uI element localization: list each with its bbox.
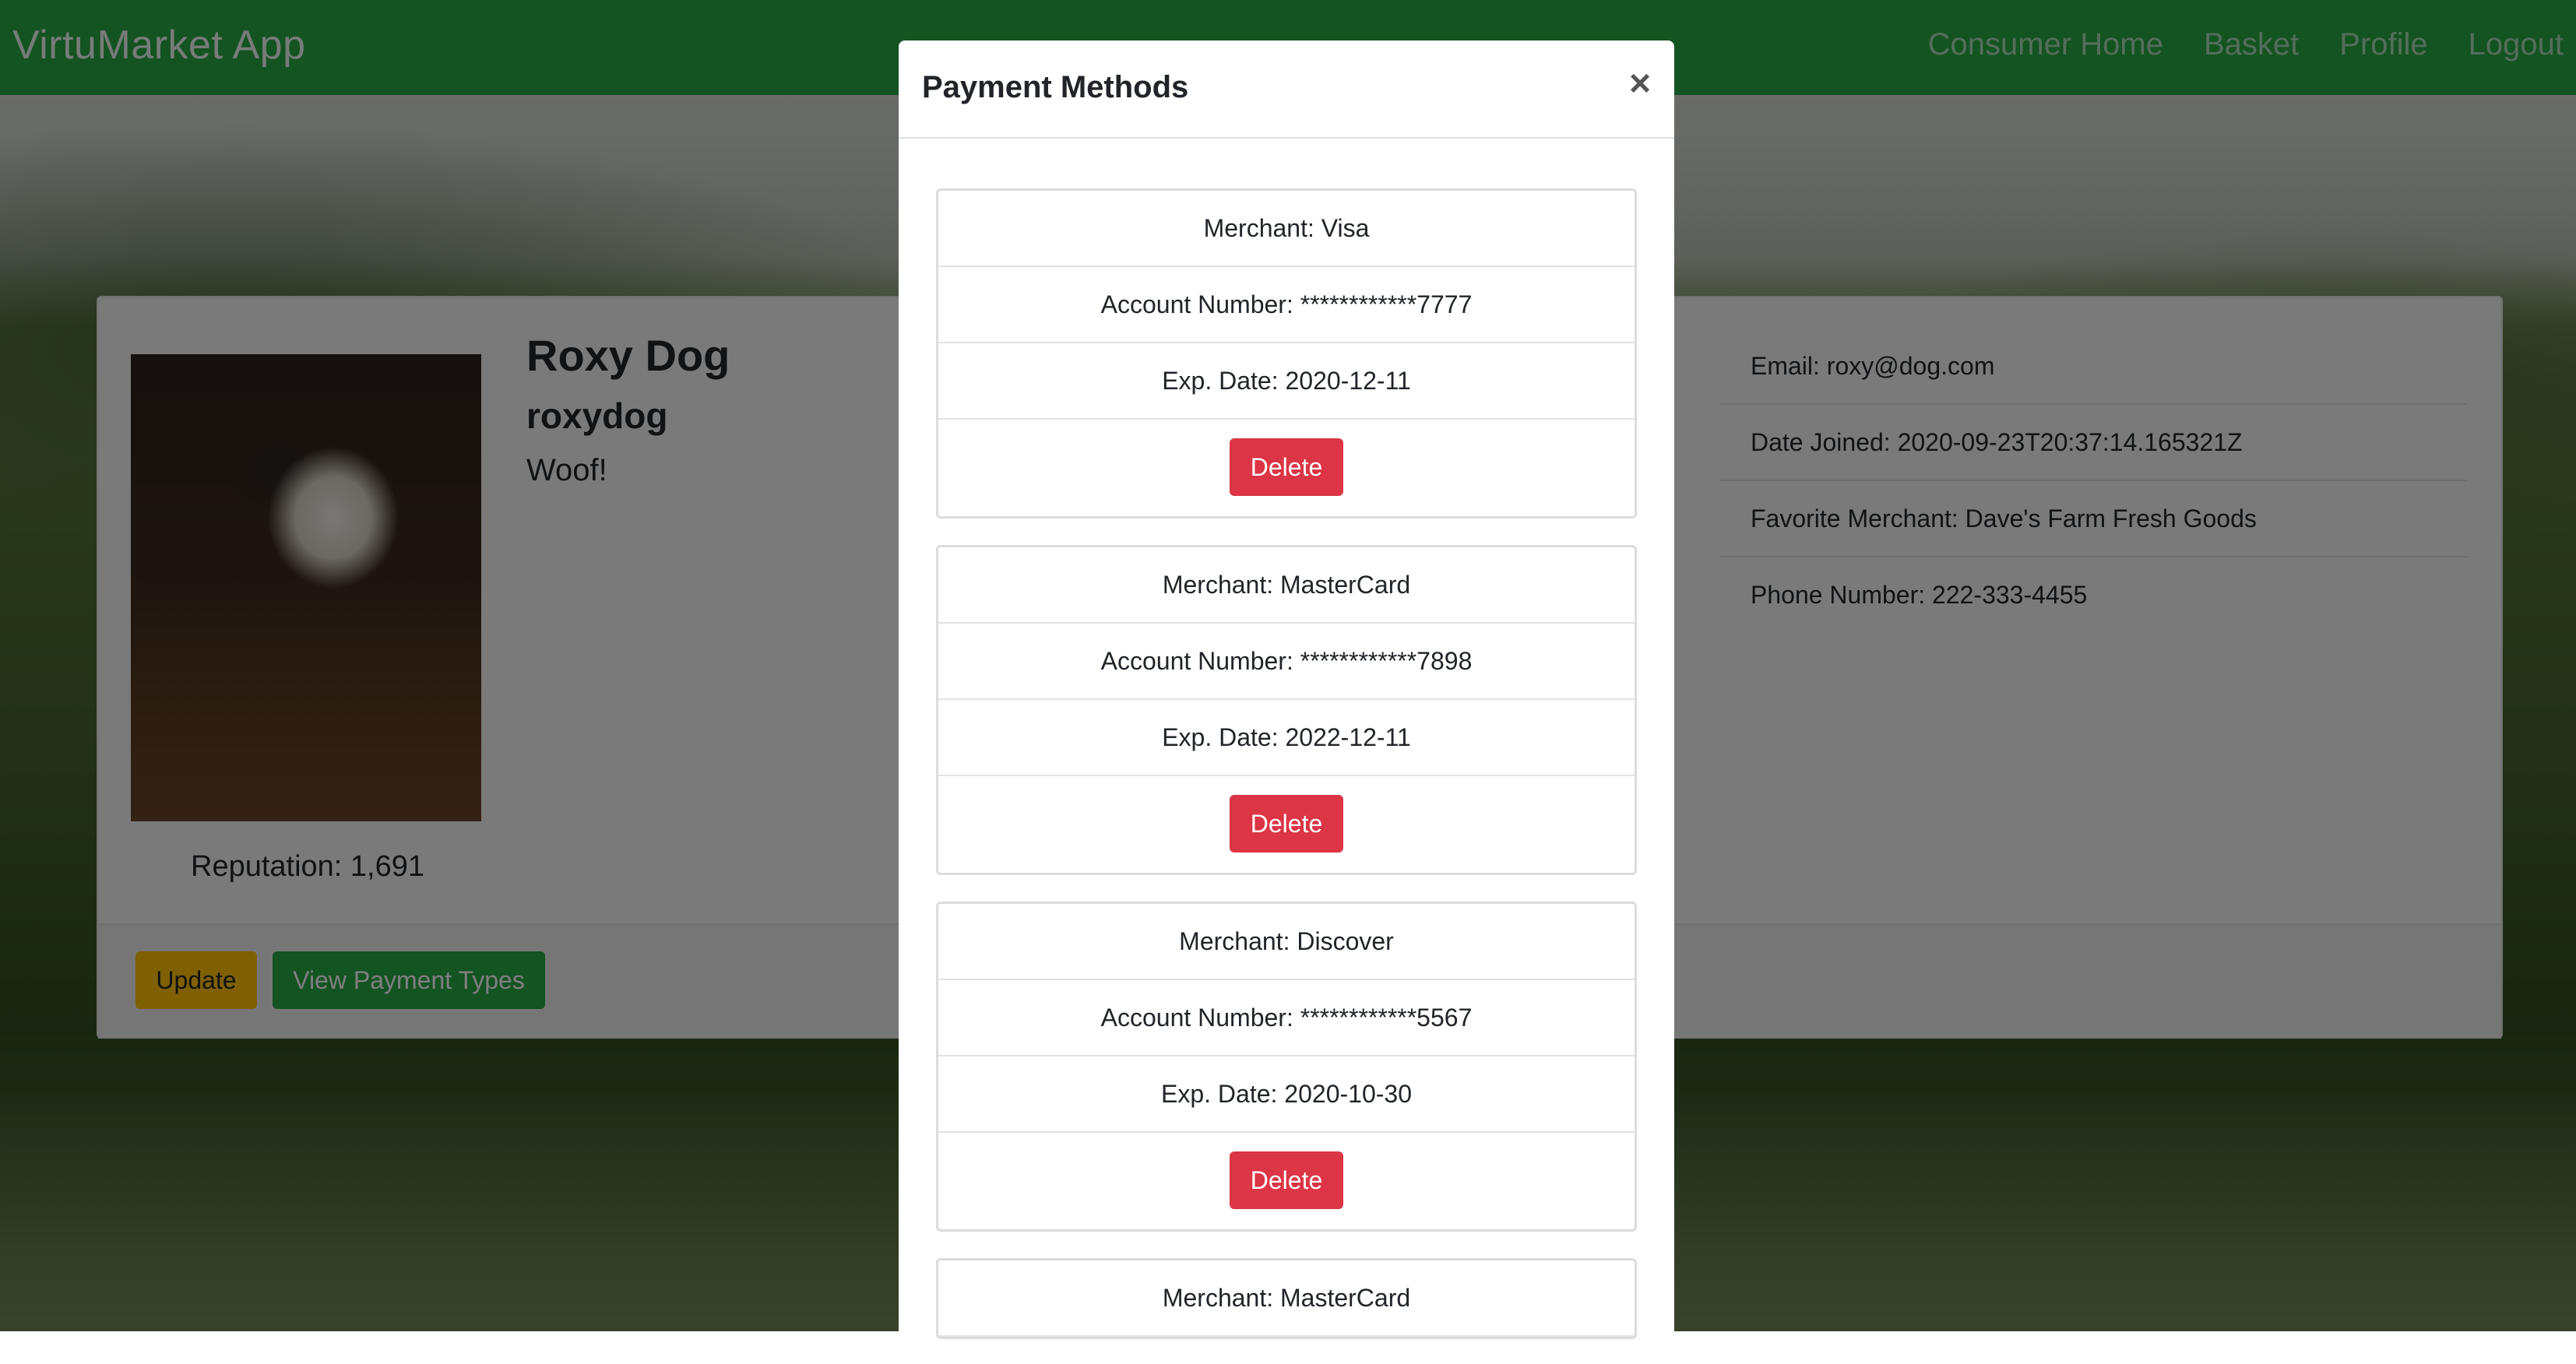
modal-body: Merchant: Visa Account Number: *********… bbox=[936, 188, 1637, 1364]
payment-actions: Delete bbox=[938, 1133, 1635, 1229]
payment-method-card: Merchant: MasterCard Account Number: ***… bbox=[936, 545, 1637, 875]
payment-account-number: Account Number: ************5567 bbox=[938, 980, 1635, 1056]
payment-merchant: Merchant: Discover bbox=[938, 904, 1635, 980]
delete-button[interactable]: Delete bbox=[1230, 438, 1343, 496]
payment-account-number: Account Number: ************7898 bbox=[938, 624, 1635, 700]
payment-merchant: Merchant: MasterCard bbox=[938, 547, 1635, 624]
delete-button[interactable]: Delete bbox=[1230, 795, 1343, 852]
payment-merchant: Merchant: MasterCard bbox=[938, 1260, 1635, 1337]
payment-method-card: Merchant: MasterCard bbox=[936, 1258, 1637, 1339]
payment-actions: Delete bbox=[938, 420, 1635, 516]
modal-title: Payment Methods bbox=[922, 70, 1189, 104]
payment-account-number: Account Number: ************7777 bbox=[938, 267, 1635, 343]
modal-header: Payment Methods × bbox=[899, 40, 1674, 139]
payment-merchant: Merchant: Visa bbox=[938, 191, 1635, 267]
delete-button[interactable]: Delete bbox=[1230, 1151, 1343, 1209]
payment-actions: Delete bbox=[938, 776, 1635, 873]
payment-method-card: Merchant: Discover Account Number: *****… bbox=[936, 902, 1637, 1232]
payment-method-card: Merchant: Visa Account Number: *********… bbox=[936, 188, 1637, 519]
close-icon[interactable]: × bbox=[1629, 64, 1651, 104]
payment-exp-date: Exp. Date: 2020-12-11 bbox=[938, 343, 1635, 420]
payment-methods-modal: Payment Methods × Merchant: Visa Account… bbox=[899, 40, 1674, 1364]
payment-exp-date: Exp. Date: 2022-12-11 bbox=[938, 700, 1635, 776]
payment-exp-date: Exp. Date: 2020-10-30 bbox=[938, 1056, 1635, 1133]
